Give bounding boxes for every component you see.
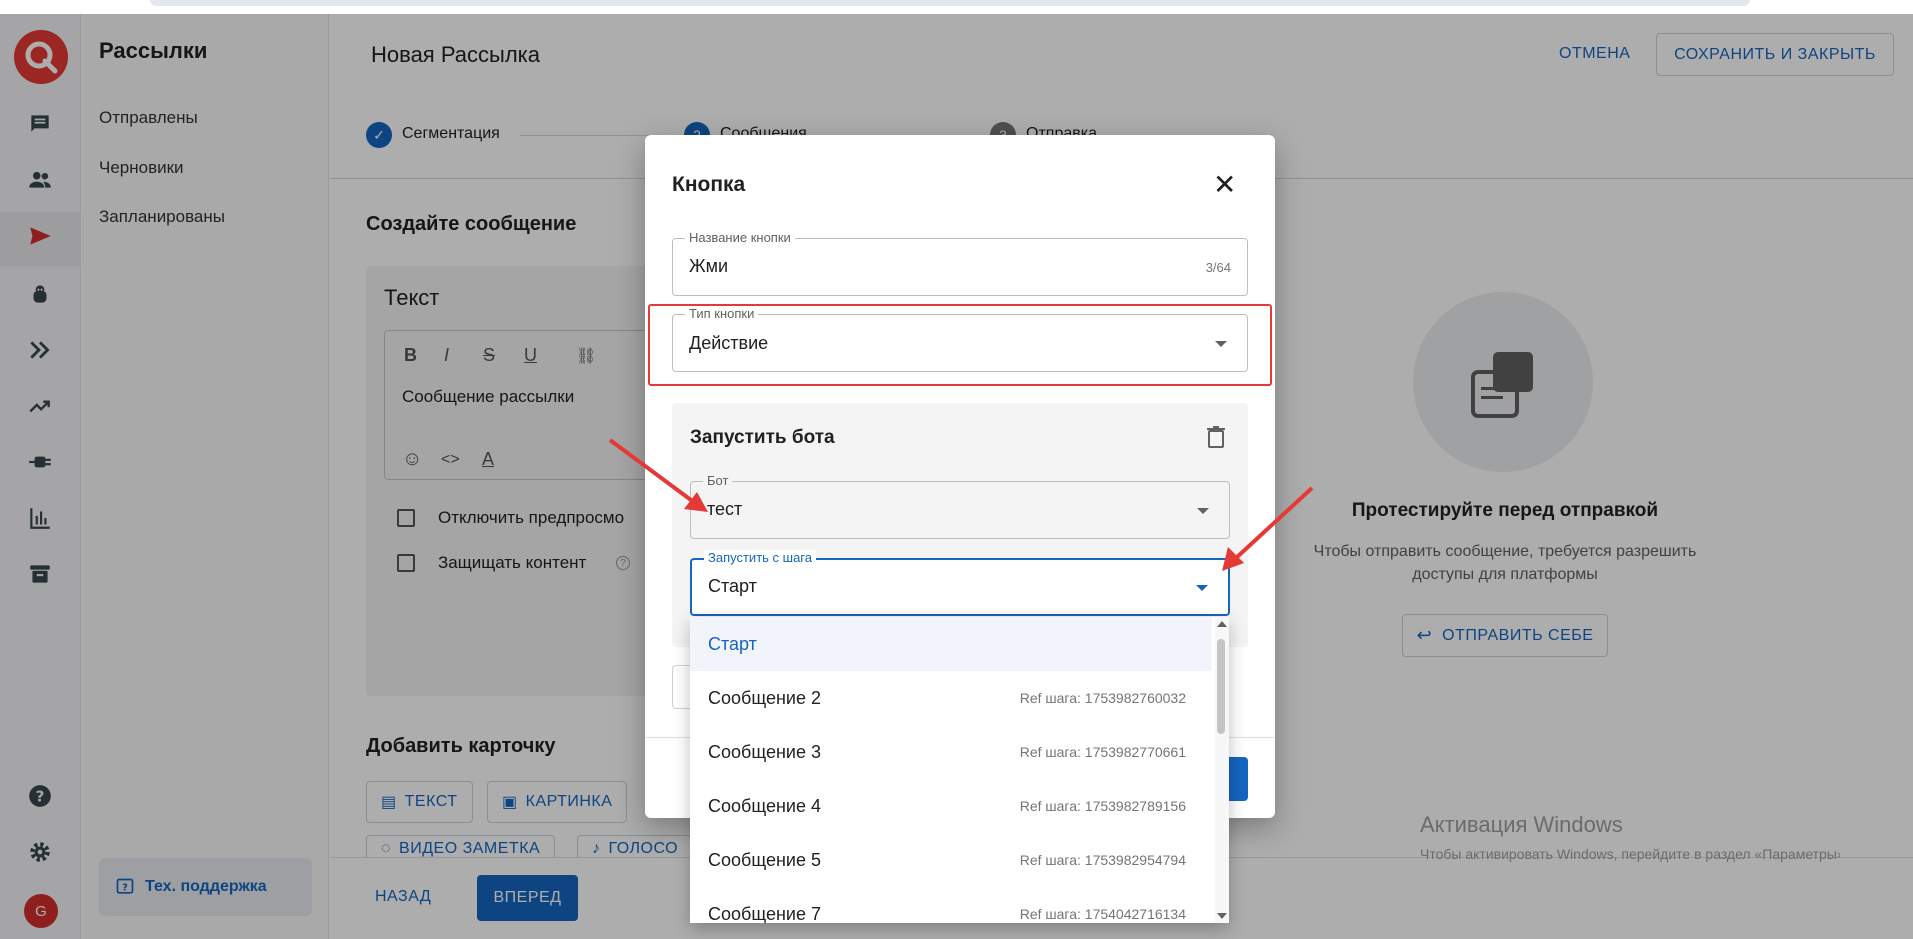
annotation-arrow-left xyxy=(608,438,708,512)
annotation-arrow-right xyxy=(1222,486,1314,571)
annotation-arrows xyxy=(608,438,1314,571)
